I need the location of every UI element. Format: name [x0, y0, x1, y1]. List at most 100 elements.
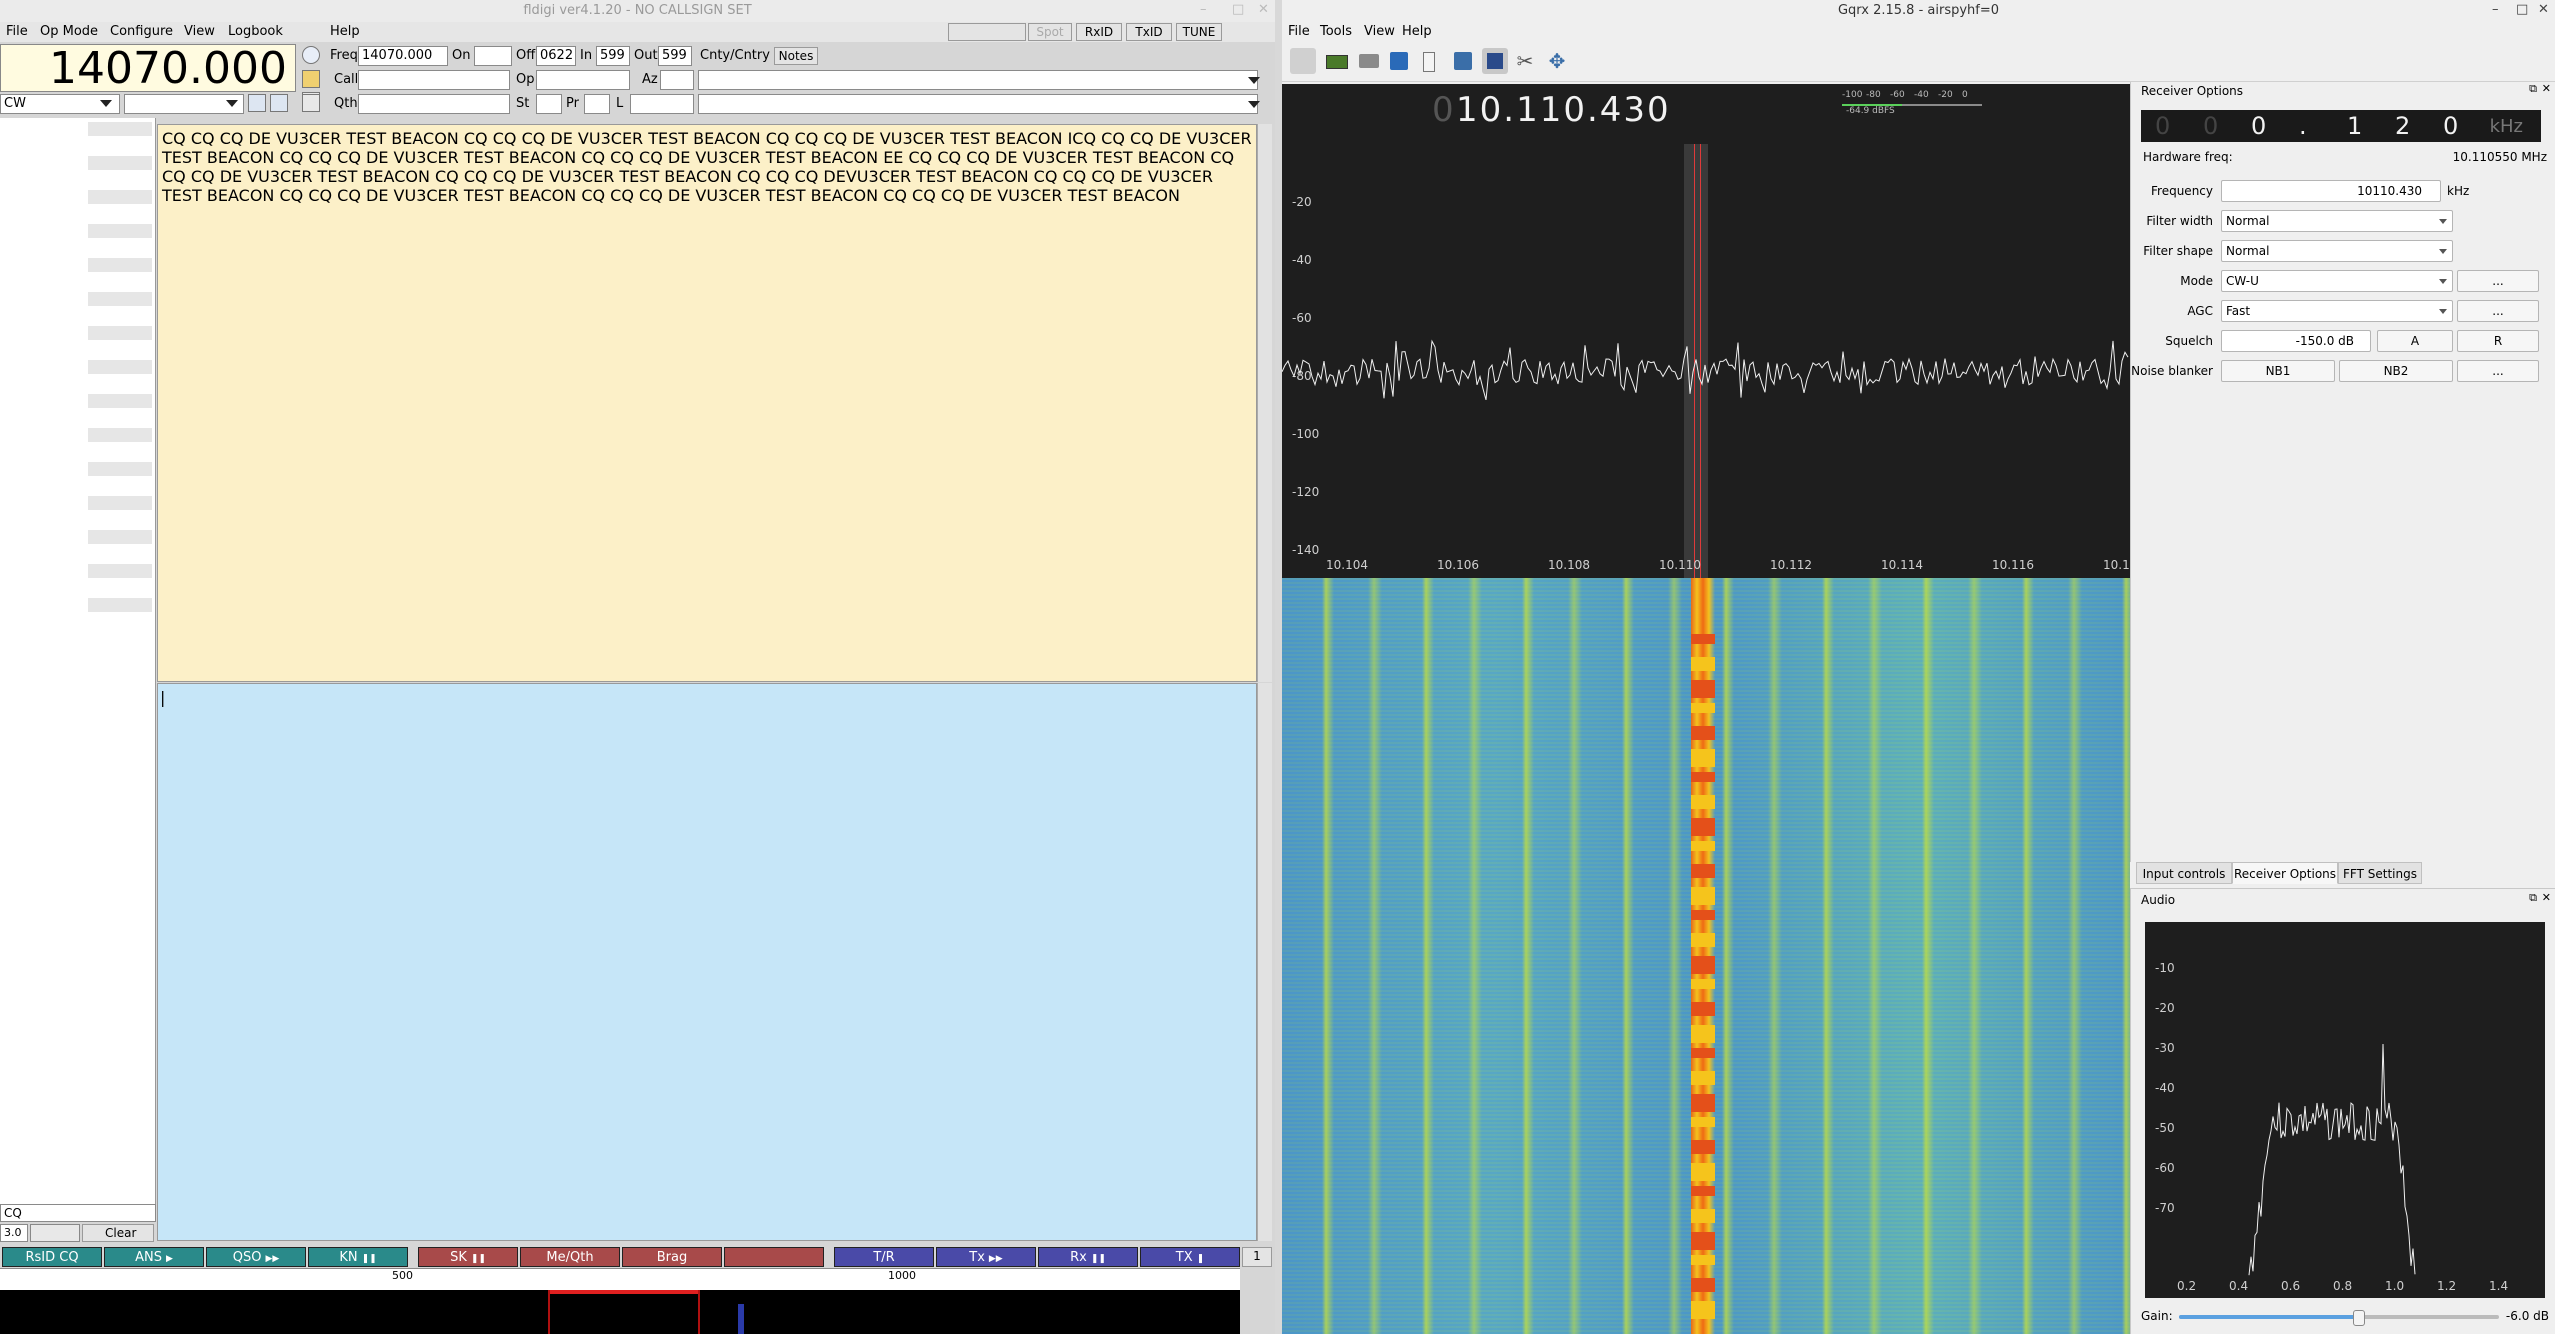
squelch-reset-button[interactable]: R	[2457, 330, 2539, 352]
offset-display[interactable]: 0 0 0. 1 2 0 kHz	[2141, 110, 2541, 142]
browser-row[interactable]	[88, 428, 152, 442]
macro-button[interactable]: T/R	[834, 1247, 934, 1267]
rst-out-field[interactable]: 599	[658, 46, 692, 66]
speed-field[interactable]: 3.0	[0, 1224, 28, 1242]
tab-input-controls[interactable]: Input controls	[2136, 862, 2232, 884]
float-icon[interactable]: ⧉	[2529, 891, 2537, 905]
clear-button[interactable]: Clear	[82, 1224, 154, 1242]
mode-combo[interactable]: CW-U	[2221, 270, 2453, 292]
maximize-icon[interactable]: □	[1232, 2, 1244, 17]
browser-row[interactable]	[88, 564, 152, 578]
open-icon[interactable]	[1356, 48, 1382, 74]
macro-button[interactable]: Me/Qth	[520, 1247, 620, 1267]
browser-row[interactable]	[88, 156, 152, 170]
call-field[interactable]	[358, 70, 510, 90]
macro-button[interactable]: SK ❚❚	[418, 1247, 518, 1267]
agc-options-button[interactable]: ...	[2457, 300, 2539, 322]
gain-slider[interactable]	[2179, 1310, 2499, 1326]
locator-field[interactable]	[630, 94, 694, 114]
tune-button[interactable]: TUNE	[1176, 23, 1222, 41]
window-icon[interactable]	[1482, 48, 1508, 74]
menu-configure[interactable]: Configure	[110, 22, 173, 42]
power-icon[interactable]	[1290, 48, 1316, 74]
browser-row[interactable]	[88, 224, 152, 238]
offset-digit[interactable]: 0	[2443, 112, 2458, 140]
float-icon[interactable]: ⧉	[2529, 82, 2537, 96]
mode-chevron-icon[interactable]	[100, 100, 112, 107]
gain-handle[interactable]	[2353, 1310, 2366, 1326]
menu-help[interactable]: Help	[330, 22, 360, 42]
browser-row[interactable]	[88, 530, 152, 544]
offset-digit[interactable]: 2	[2395, 112, 2410, 140]
bandwidth-chevron-icon[interactable]	[226, 100, 238, 107]
close-dock-icon[interactable]: ✕	[2542, 891, 2551, 904]
move-icon[interactable]: ✥	[1544, 48, 1570, 74]
sql-icon[interactable]	[270, 94, 288, 112]
browser-row[interactable]	[88, 462, 152, 476]
rx-text-pane[interactable]: CQ CQ CQ DE VU3CER TEST BEACON CQ CQ CQ …	[157, 124, 1257, 682]
tx-scrollbar[interactable]	[1257, 683, 1272, 1241]
menu-op-mode[interactable]: Op Mode	[40, 22, 98, 42]
macro-button[interactable]: RsID CQ	[2, 1247, 102, 1267]
offset-digit[interactable]: 0	[2251, 112, 2266, 140]
browser-row[interactable]	[88, 326, 152, 340]
macro-set-button[interactable]: 1	[1242, 1247, 1272, 1267]
txid-button[interactable]: TxID	[1126, 23, 1172, 41]
op-field[interactable]	[536, 70, 630, 90]
freq-field[interactable]: 14070.000	[358, 46, 448, 66]
tab-fft-settings[interactable]: FFT Settings	[2338, 862, 2422, 884]
menu-logbook[interactable]: Logbook	[228, 22, 283, 42]
close-icon[interactable]: ✕	[2538, 2, 2549, 17]
chevron-down-icon[interactable]	[1248, 77, 1260, 84]
qth-field[interactable]	[358, 94, 510, 114]
menu-help[interactable]: Help	[1402, 22, 1432, 42]
offset-digit[interactable]: 1	[2347, 112, 2362, 140]
spot-button[interactable]: Spot	[1028, 23, 1072, 41]
notes-field[interactable]	[698, 70, 1258, 90]
az-field[interactable]	[660, 70, 694, 90]
log-icon[interactable]	[302, 70, 320, 88]
clear-log-icon[interactable]	[302, 94, 320, 112]
macro-button[interactable]: Brag	[622, 1247, 722, 1267]
device-icon[interactable]	[1324, 48, 1350, 74]
browser-row[interactable]	[88, 360, 152, 374]
menu-tools[interactable]: Tools	[1320, 22, 1352, 42]
afc-icon[interactable]	[248, 94, 266, 112]
squelch-spinbox[interactable]: -150.0 dB	[2221, 330, 2371, 352]
close-dock-icon[interactable]: ✕	[2542, 82, 2551, 95]
province-field[interactable]	[584, 94, 610, 114]
minimize-icon[interactable]: –	[2492, 2, 2499, 17]
maximize-icon[interactable]: □	[2516, 2, 2528, 17]
macro-button[interactable]: TX ❚	[1140, 1247, 1240, 1267]
macro-button[interactable]: QSO ▶▶	[206, 1247, 306, 1267]
nb-options-button[interactable]: ...	[2457, 360, 2539, 382]
browser-row[interactable]	[88, 190, 152, 204]
notes-button[interactable]: Notes	[774, 47, 818, 65]
rst-in-field[interactable]: 599	[596, 46, 630, 66]
nb2-button[interactable]: NB2	[2339, 360, 2453, 382]
spectrum-plot[interactable]: 0 10.110.430 -100 -80 -60 -40 -20 0 -64.9 dBF…	[1282, 84, 2130, 644]
io-config-icon[interactable]	[1450, 48, 1476, 74]
chevron-down-icon[interactable]	[1248, 101, 1260, 108]
close-icon[interactable]: ✕	[1258, 2, 1269, 17]
browser-row[interactable]	[88, 292, 152, 306]
speed-slider[interactable]	[30, 1224, 80, 1242]
notes-extra-field[interactable]	[698, 94, 1258, 114]
menu-file[interactable]: File	[6, 22, 28, 42]
state-field[interactable]	[536, 94, 562, 114]
gqrx-waterfall[interactable]	[1282, 578, 2130, 1334]
fldigi-waterfall[interactable]	[0, 1290, 1240, 1334]
frequency-display[interactable]: 14070.000	[0, 44, 296, 93]
tab-receiver-options[interactable]: Receiver Options	[2232, 862, 2338, 884]
document-icon[interactable]	[1416, 48, 1442, 74]
frequency-spinbox[interactable]: 10110.430	[2221, 180, 2441, 202]
on-field[interactable]	[474, 46, 512, 66]
browser-row[interactable]	[88, 496, 152, 510]
minimize-icon[interactable]: –	[1200, 2, 1207, 17]
offset-digit[interactable]: 0	[2203, 112, 2218, 140]
browser-row[interactable]	[88, 122, 152, 136]
rxid-button[interactable]: RxID	[1076, 23, 1122, 41]
macro-button[interactable]: Rx ❚❚	[1038, 1247, 1138, 1267]
mode-options-button[interactable]: ...	[2457, 270, 2539, 292]
off-field[interactable]: 0622	[536, 46, 576, 66]
